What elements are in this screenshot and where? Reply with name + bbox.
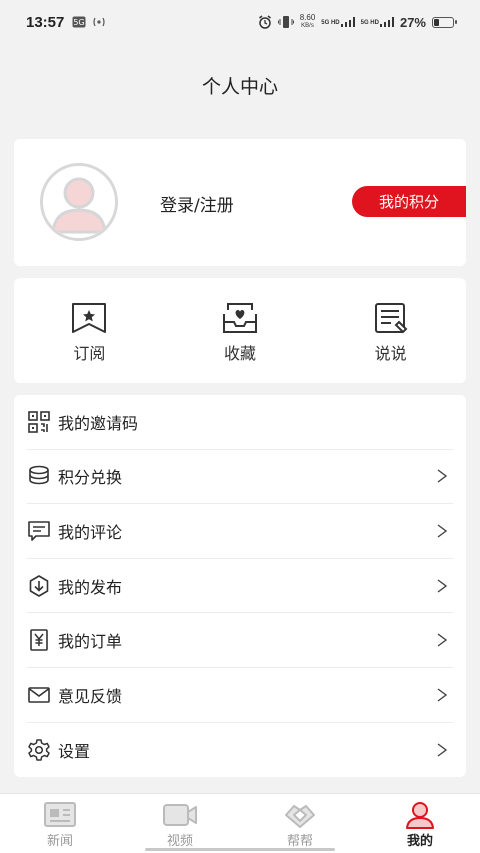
shortcut-label: 订阅 <box>73 344 106 363</box>
chevron-right-icon <box>437 743 448 757</box>
tab-mine[interactable]: 我的 <box>360 794 480 853</box>
chevron-right-icon <box>437 579 448 593</box>
chevron-right-icon <box>437 688 448 702</box>
menu-item-my-posts[interactable]: 我的发布 <box>27 559 453 614</box>
battery-icon <box>432 16 457 28</box>
handshake-icon <box>285 805 315 828</box>
user-icon <box>406 802 434 829</box>
tab-help[interactable]: 帮帮 <box>240 794 360 853</box>
chevron-right-icon <box>437 524 448 538</box>
vibrate-icon <box>277 16 294 28</box>
status-time: 13:57 <box>26 13 65 31</box>
tab-video[interactable]: 视频 <box>120 794 240 853</box>
my-points-button[interactable]: 我的积分 <box>352 186 466 217</box>
battery-fill <box>434 18 440 26</box>
chevron-right-icon <box>437 633 448 647</box>
battery-percent: 27% <box>399 14 426 30</box>
nfc-icon <box>93 17 105 27</box>
qr-code-icon <box>28 410 50 433</box>
svg-text:5G: 5G <box>74 18 85 27</box>
mail-icon <box>28 686 50 703</box>
download-circle-icon <box>29 574 49 597</box>
login-register-link[interactable]: 登录/注册 <box>160 191 234 216</box>
shortcut-subscribe[interactable]: 订阅 <box>14 278 165 383</box>
news-icon <box>44 802 76 827</box>
page-title: 个人中心 <box>201 76 278 98</box>
shortcut-label: 收藏 <box>224 344 257 363</box>
menu-item-points-exchange[interactable]: 积分兑换 <box>27 450 453 505</box>
status-bar: 13:57 5G 8.60 KB/s 5G HD 5G HD 27% <box>0 0 480 44</box>
net-speed-value: 8.60 <box>299 13 316 22</box>
bookmark-star-icon <box>72 303 107 333</box>
menu-label: 我的邀请码 <box>58 413 139 433</box>
menu-label: 我的发布 <box>58 577 123 597</box>
chevron-right-icon <box>437 469 448 483</box>
yen-receipt-icon <box>30 629 48 651</box>
tab-label: 视频 <box>166 834 193 849</box>
coins-icon <box>29 466 49 485</box>
shortcut-posts[interactable]: 说说 <box>315 278 466 383</box>
menu-label: 意见反馈 <box>58 686 123 706</box>
sim1-label: 5G HD <box>321 20 340 26</box>
sim2-label: 5G HD <box>360 20 379 26</box>
menu-label: 设置 <box>58 741 91 761</box>
menu-label: 积分兑换 <box>58 468 123 488</box>
profile-card: 登录/注册 我的积分 <box>14 139 466 266</box>
avatar[interactable] <box>40 163 118 241</box>
comment-icon <box>28 521 50 541</box>
menu-item-settings[interactable]: 设置 <box>27 723 453 778</box>
default-avatar-icon <box>51 177 107 234</box>
video-icon <box>163 804 197 826</box>
note-edit-icon <box>374 303 408 334</box>
signal-icon <box>340 17 355 27</box>
menu-label: 我的订单 <box>58 632 123 652</box>
shortcut-card: 订阅 收藏 说说 <box>14 278 466 383</box>
notification-icon: 5G <box>72 16 86 28</box>
gear-icon <box>28 739 50 761</box>
bottom-tab-bar: 新闻 视频 帮帮 我的 <box>0 793 480 853</box>
net-speed-unit: KB/s <box>301 23 314 29</box>
tab-label: 帮帮 <box>286 834 313 849</box>
menu-item-my-orders[interactable]: 我的订单 <box>27 613 453 668</box>
tab-news[interactable]: 新闻 <box>0 794 120 853</box>
home-indicator[interactable] <box>145 848 335 851</box>
shortcut-favorites[interactable]: 收藏 <box>165 278 316 383</box>
menu-item-invite-code[interactable]: 我的邀请码 <box>27 395 453 450</box>
shortcut-label: 说说 <box>374 344 407 363</box>
menu-item-my-comments[interactable]: 我的评论 <box>27 504 453 559</box>
tab-label: 新闻 <box>46 834 73 849</box>
signal-icon <box>379 17 394 27</box>
tab-label: 我的 <box>406 834 433 849</box>
alarm-icon <box>258 15 271 29</box>
menu-list: 我的邀请码 积分兑换 我的评论 我的发布 我的订单 意见反馈 设置 <box>14 395 466 777</box>
menu-label: 我的评论 <box>58 522 123 542</box>
menu-item-feedback[interactable]: 意见反馈 <box>27 668 453 723</box>
inbox-heart-icon <box>223 303 257 333</box>
